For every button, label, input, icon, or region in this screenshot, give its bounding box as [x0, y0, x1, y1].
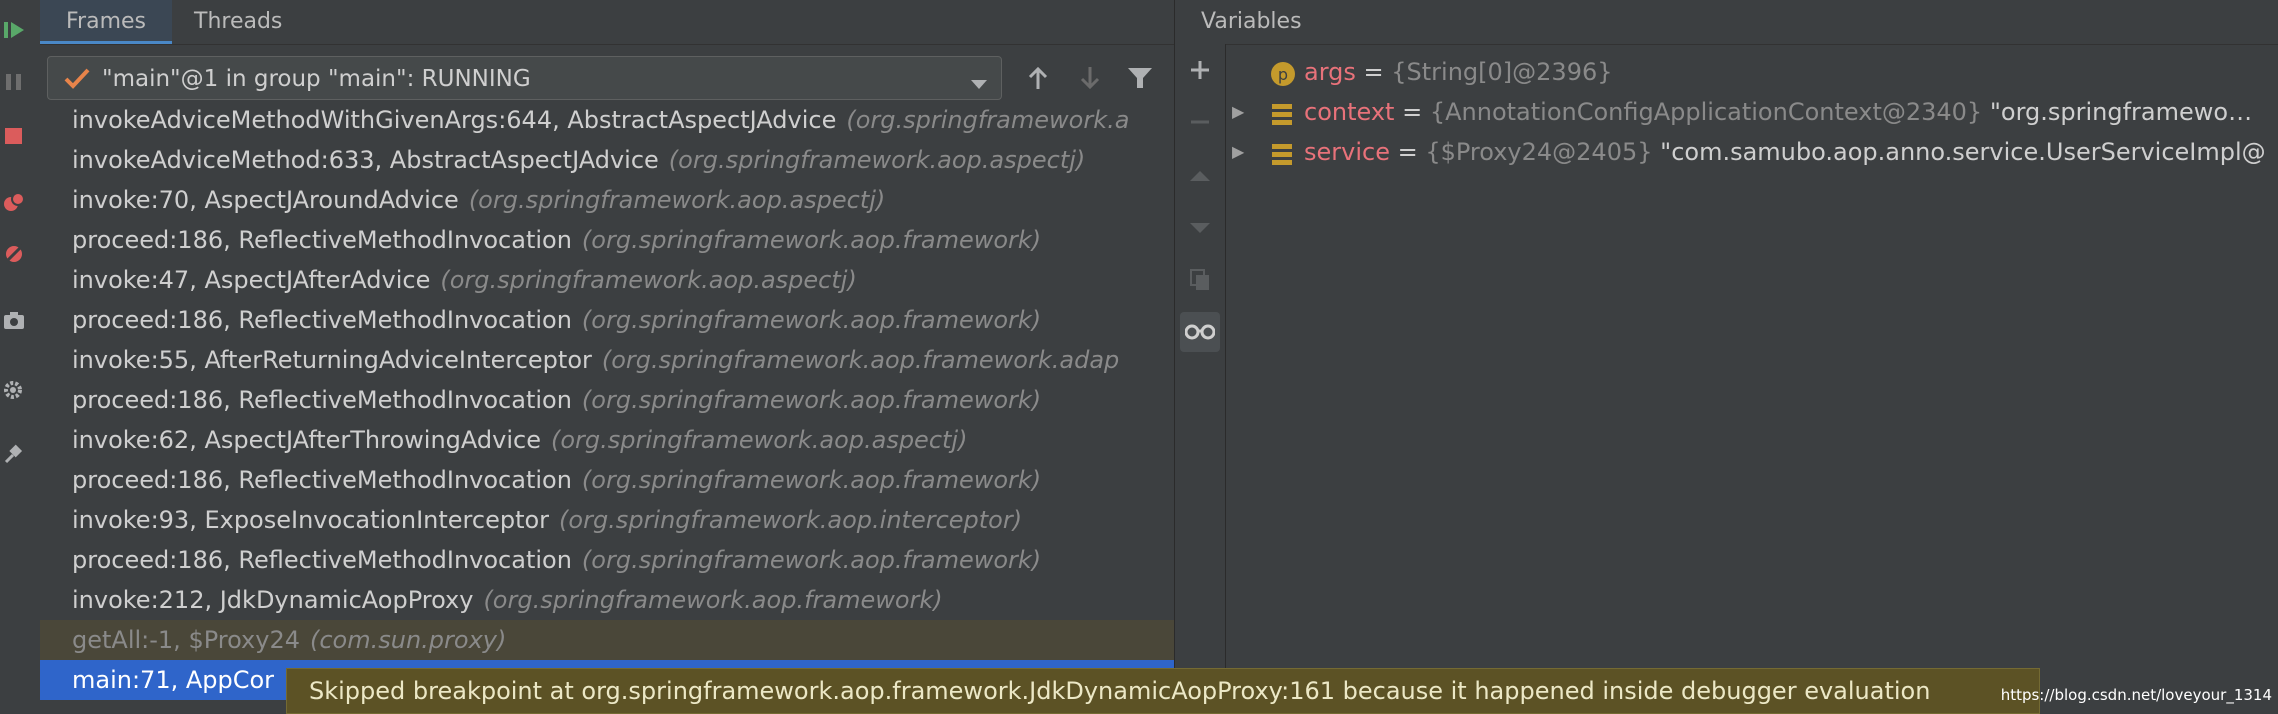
expand-triangle-icon[interactable]: ▶	[1232, 92, 1244, 132]
frames-tabbar: Frames Threads	[40, 0, 1174, 45]
pin-icon[interactable]	[0, 436, 28, 472]
frame-row[interactable]: proceed:186, ReflectiveMethodInvocation(…	[40, 220, 1174, 260]
arrow-up-icon[interactable]	[1016, 56, 1060, 100]
frames-panel: Frames Threads "main"@1 in group "main":…	[40, 0, 1174, 714]
variables-toolbar	[1175, 44, 1226, 714]
remove-watch-icon[interactable]	[1180, 102, 1220, 142]
resume-icon[interactable]	[0, 12, 28, 48]
frames-list: invokeAdviceMethodWithGivenArgs:644, Abs…	[40, 100, 1174, 714]
frame-row[interactable]: invoke:55, AfterReturningAdviceIntercept…	[40, 340, 1174, 380]
tab-threads[interactable]: Threads	[168, 0, 308, 44]
field-icon	[1270, 139, 1294, 165]
variable-row-context[interactable]: ▶ context = {AnnotationConfigApplication…	[1226, 92, 2278, 132]
mute-breakpoints-icon[interactable]	[0, 236, 28, 272]
add-watch-icon[interactable]	[1180, 50, 1220, 90]
thread-dropdown[interactable]: "main"@1 in group "main": RUNNING	[47, 56, 1002, 100]
pause-icon[interactable]	[0, 64, 28, 100]
chevron-down-icon	[971, 75, 987, 94]
frame-row[interactable]: invoke:62, AspectJAfterThrowingAdvice (or…	[40, 420, 1174, 460]
expand-triangle-icon[interactable]: ▶	[1232, 132, 1244, 172]
frame-row[interactable]: invoke:70, AspectJAroundAdvice (org.sprin…	[40, 180, 1174, 220]
filter-icon[interactable]	[1118, 56, 1162, 100]
p-badge-icon: p	[1270, 59, 1295, 86]
copy-icon[interactable]	[1180, 260, 1220, 300]
variables-tree: p args = {String[0]@2396} ▶ context = {A…	[1226, 52, 2278, 652]
frame-row[interactable]: invoke:212, JdkDynamicAopProxy (org.sprin…	[40, 580, 1174, 620]
variable-row-args[interactable]: p args = {String[0]@2396}	[1226, 52, 2278, 92]
settings-icon[interactable]	[0, 372, 28, 408]
frame-row[interactable]: invokeAdviceMethodWithGivenArgs:644, Abs…	[40, 100, 1174, 140]
variables-title: Variables	[1201, 9, 1302, 34]
camera-icon[interactable]	[0, 302, 28, 338]
stop-icon[interactable]	[0, 118, 28, 154]
variable-row-service[interactable]: ▶ service = {$Proxy24@2405} "com.samubo.…	[1226, 132, 2278, 172]
field-icon	[1270, 99, 1294, 125]
thread-selected-value: "main"@1 in group "main": RUNNING	[102, 66, 531, 92]
frame-row[interactable]: proceed:186, ReflectiveMethodInvocation(…	[40, 380, 1174, 420]
frame-row[interactable]: invoke:93, ExposeInvocationInterceptor (o…	[40, 500, 1174, 540]
frame-row[interactable]: invoke:47, AspectJAfterAdvice (org.spring…	[40, 260, 1174, 300]
skipped-breakpoint-tooltip: Skipped breakpoint at org.springframewor…	[286, 668, 2040, 714]
frame-row[interactable]: proceed:186, ReflectiveMethodInvocation(…	[40, 460, 1174, 500]
frame-row-library[interactable]: getAll:-1, $Proxy24 (com.sun.proxy)	[40, 620, 1174, 660]
tab-frames[interactable]: Frames	[40, 0, 173, 44]
view-breakpoints-icon[interactable]	[0, 184, 28, 220]
move-up-icon[interactable]	[1180, 156, 1220, 196]
debug-toolbar	[0, 0, 41, 714]
variables-header: Variables	[1175, 0, 2278, 45]
arrow-down-icon[interactable]	[1068, 56, 1112, 100]
svg-text:p: p	[1278, 65, 1288, 84]
watermark: https://blog.csdn.net/loveyour_1314	[2000, 686, 2272, 704]
frame-row[interactable]: proceed:186, ReflectiveMethodInvocation(…	[40, 540, 1174, 580]
watch-glasses-icon[interactable]	[1180, 312, 1220, 352]
frame-row[interactable]: proceed:186, ReflectiveMethodInvocation(…	[40, 300, 1174, 340]
frame-row[interactable]: invokeAdviceMethod:633, AbstractAspectJA…	[40, 140, 1174, 180]
move-down-icon[interactable]	[1180, 208, 1220, 248]
checkmark-icon	[64, 67, 90, 93]
